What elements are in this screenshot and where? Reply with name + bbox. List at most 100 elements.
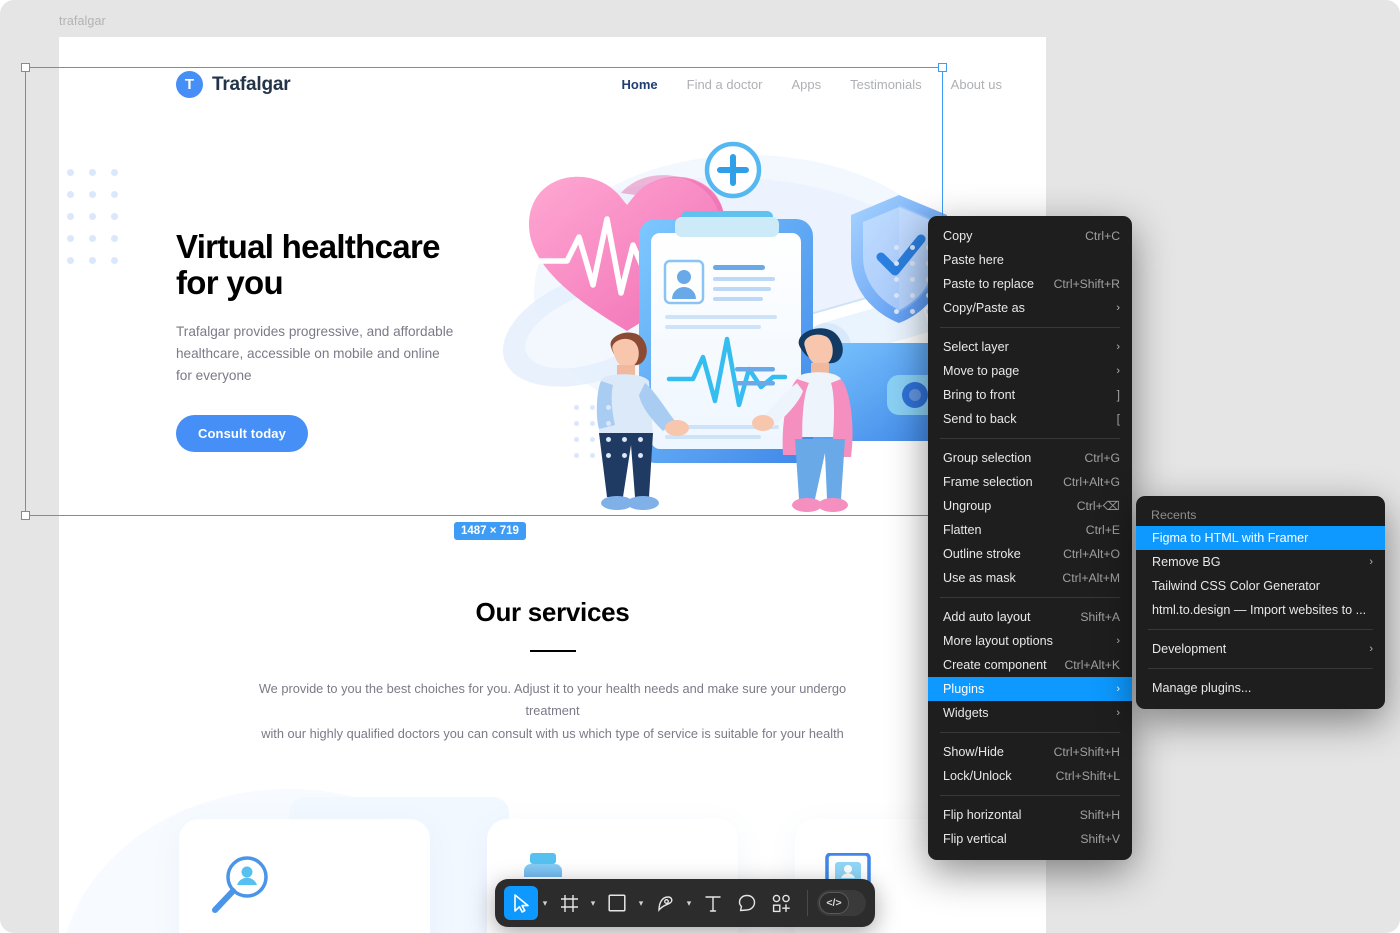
plugins-submenu[interactable]: Recents Figma to HTML with Framer Remove … [1136, 496, 1385, 709]
menu-item-shortcut: Ctrl+Alt+M [1062, 571, 1120, 585]
search-doctor-icon [209, 853, 400, 915]
menu-item-copy[interactable]: Copy Ctrl+C [928, 224, 1132, 248]
menu-item-shortcut: [ [1116, 412, 1120, 426]
nav-item-find-a-doctor[interactable]: Find a doctor [687, 77, 763, 92]
nav-item-home[interactable]: Home [622, 77, 658, 92]
menu-item-copy-paste-as[interactable]: Copy/Paste as › [928, 296, 1132, 320]
frame-tool-chevron-down-icon[interactable]: ▾ [586, 886, 600, 920]
plugin-item-remove-bg[interactable]: Remove BG › [1136, 550, 1385, 574]
menu-item-shortcut: Ctrl+Shift+H [1053, 745, 1120, 759]
frame-name-label[interactable]: trafalgar [59, 14, 106, 28]
pen-tool-chevron-down-icon[interactable]: ▾ [682, 886, 696, 920]
menu-item-paste-to-replace[interactable]: Paste to replace Ctrl+Shift+R [928, 272, 1132, 296]
actions-tool[interactable] [764, 886, 798, 920]
menu-item-use-as-mask[interactable]: Use as mask Ctrl+Alt+M [928, 566, 1132, 590]
menu-item-label: Send to back [943, 412, 1017, 426]
menu-item-shortcut: Ctrl+Shift+L [1055, 769, 1120, 783]
selection-handle-bottom-left[interactable] [21, 511, 30, 520]
chevron-right-icon: › [1116, 365, 1120, 377]
menu-item-label: Widgets [943, 706, 989, 720]
move-tool-chevron-down-icon[interactable]: ▾ [538, 886, 552, 920]
menu-item-ungroup[interactable]: Ungroup Ctrl+⌫ [928, 494, 1132, 518]
menu-item-label: Group selection [943, 451, 1032, 465]
menu-separator [1148, 668, 1373, 669]
nav-item-apps[interactable]: Apps [792, 77, 822, 92]
menu-item-shortcut: Shift+A [1080, 610, 1120, 624]
comment-tool[interactable] [730, 886, 764, 920]
menu-item-flatten[interactable]: Flatten Ctrl+E [928, 518, 1132, 542]
site-header: T Trafalgar Home Find a doctor Apps Test… [59, 61, 1046, 123]
plugin-item-label: Development [1152, 642, 1227, 656]
figma-canvas[interactable]: trafalgar T Trafalgar Home Find a doctor… [0, 0, 1400, 933]
menu-item-frame-selection[interactable]: Frame selection Ctrl+Alt+G [928, 470, 1132, 494]
design-artboard[interactable]: T Trafalgar Home Find a doctor Apps Test… [59, 37, 1046, 933]
menu-item-paste-here[interactable]: Paste here [928, 248, 1132, 272]
menu-item-show-hide[interactable]: Show/Hide Ctrl+Shift+H [928, 740, 1132, 764]
menu-item-shortcut: ] [1116, 388, 1120, 402]
chevron-right-icon: › [1116, 707, 1120, 719]
nav-item-about-us[interactable]: About us [951, 77, 1002, 92]
menu-item-shortcut: Ctrl+G [1084, 451, 1120, 465]
hero-title: Virtual healthcare for you [176, 228, 440, 301]
plugin-item-label: Figma to HTML with Framer [1152, 531, 1309, 545]
menu-item-shortcut: Ctrl+E [1085, 523, 1120, 537]
menu-item-label: Flip horizontal [943, 808, 1022, 822]
pen-tool[interactable] [648, 886, 682, 920]
services-title: Our services [475, 597, 630, 627]
menu-item-flip-horizontal[interactable]: Flip horizontal Shift+H [928, 803, 1132, 827]
menu-item-label: Show/Hide [943, 745, 1004, 759]
nav-item-testimonials[interactable]: Testimonials [850, 77, 922, 92]
move-tool[interactable] [504, 886, 538, 920]
menu-item-add-auto-layout[interactable]: Add auto layout Shift+A [928, 605, 1132, 629]
figma-toolbar[interactable]: ▾ ▾ ▾ ▾ </> [495, 879, 875, 927]
menu-item-label: Use as mask [943, 571, 1016, 585]
menu-item-send-to-back[interactable]: Send to back [ [928, 407, 1132, 431]
menu-item-label: Bring to front [943, 388, 1016, 402]
menu-item-move-to-page[interactable]: Move to page › [928, 359, 1132, 383]
chevron-right-icon: › [1369, 556, 1373, 568]
plugin-item-label: Remove BG [1152, 555, 1221, 569]
menu-item-bring-to-front[interactable]: Bring to front] [928, 383, 1132, 407]
menu-item-shortcut: Ctrl+⌫ [1076, 499, 1120, 513]
menu-item-label: Add auto layout [943, 610, 1031, 624]
plugin-item-figma-to-html-with-framer[interactable]: Figma to HTML with Framer [1136, 526, 1385, 550]
menu-item-outline-stroke[interactable]: Outline stroke Ctrl+Alt+O [928, 542, 1132, 566]
menu-item-label: Copy [943, 229, 973, 243]
services-description: We provide to you the best choiches for … [258, 681, 847, 741]
service-card-search-doctor[interactable]: Search doctor [179, 819, 430, 933]
plugins-section-label: Recents [1151, 508, 1197, 522]
selection-handle-top-left[interactable] [21, 63, 30, 72]
frame-tool[interactable] [552, 886, 586, 920]
plugin-item-development[interactable]: Development › [1136, 637, 1385, 661]
menu-item-label: Flip vertical [943, 832, 1007, 846]
menu-item-flip-vertical[interactable]: Flip vertical Shift+V [928, 827, 1132, 851]
menu-item-label: Paste to replace [943, 277, 1035, 291]
menu-item-label: Select layer [943, 340, 1009, 354]
menu-item-label: Flatten [943, 523, 982, 537]
menu-item-plugins[interactable]: Plugins › [928, 677, 1132, 701]
shape-tool-chevron-down-icon[interactable]: ▾ [634, 886, 648, 920]
menu-separator [940, 732, 1120, 733]
site-logo[interactable]: T Trafalgar [176, 71, 291, 98]
plugin-item-html-to-design-import-websites-to[interactable]: html.to.design — Import websites to ... [1136, 598, 1385, 622]
menu-item-shortcut: Shift+H [1079, 808, 1120, 822]
dev-mode-toggle[interactable]: </> [817, 890, 866, 916]
context-menu[interactable]: Copy Ctrl+C Paste here Paste to replace Ctrl… [928, 216, 1132, 860]
consult-today-button[interactable]: Consult today [176, 415, 308, 453]
selection-size-badge: 1487 × 719 [454, 522, 526, 540]
plugin-item-manage-plugins[interactable]: Manage plugins... [1136, 676, 1385, 700]
hero-subtitle: Trafalgar provides progressive, and affo… [176, 324, 454, 384]
menu-separator [940, 327, 1120, 328]
dot-grid-decoration-icon [67, 169, 127, 264]
site-nav[interactable]: Home Find a doctor Apps Testimonials Abo… [622, 77, 1003, 92]
menu-item-create-component[interactable]: Create component Ctrl+Alt+K [928, 653, 1132, 677]
menu-item-lock-unlock[interactable]: Lock/Unlock Ctrl+Shift+L [928, 764, 1132, 788]
services-divider [529, 650, 576, 652]
shape-tool[interactable] [600, 886, 634, 920]
menu-item-group-selection[interactable]: Group selection Ctrl+G [928, 446, 1132, 470]
menu-item-select-layer[interactable]: Select layer › [928, 335, 1132, 359]
menu-item-more-layout-options[interactable]: More layout options › [928, 629, 1132, 653]
plugin-item-tailwind-css-color-generator[interactable]: Tailwind CSS Color Generator [1136, 574, 1385, 598]
menu-item-widgets[interactable]: Widgets › [928, 701, 1132, 725]
text-tool[interactable] [696, 886, 730, 920]
